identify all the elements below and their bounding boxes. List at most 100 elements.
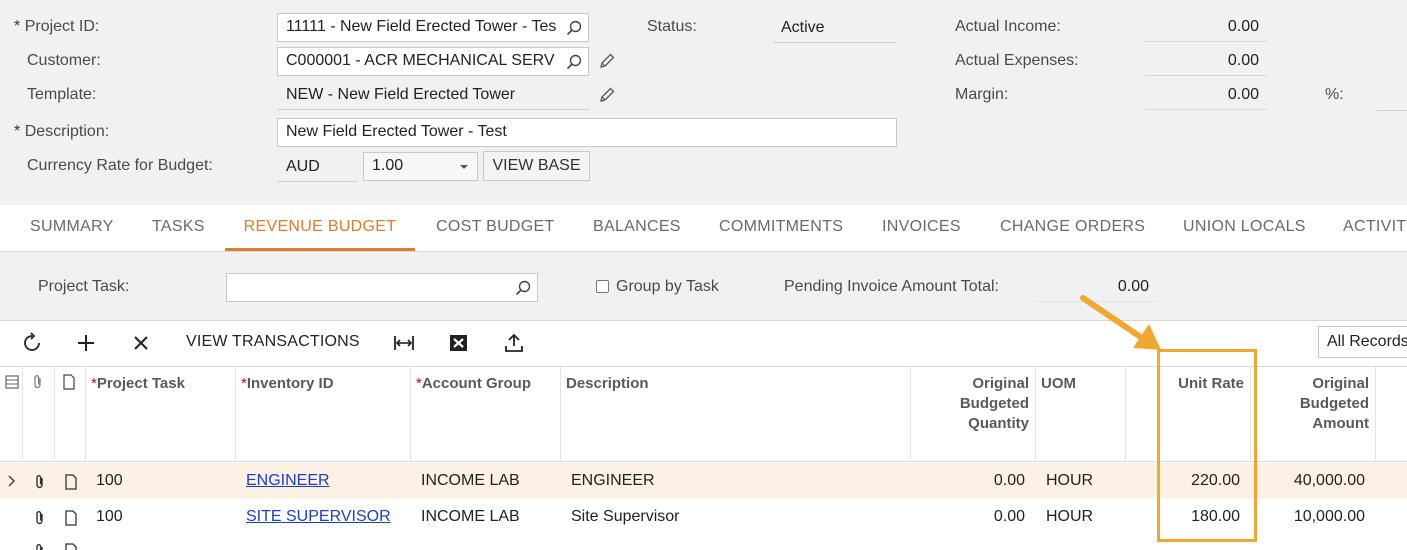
customer-label: Customer: bbox=[27, 52, 101, 69]
column-header-original-budgeted-quantity[interactable]: Original Budgeted Quantity bbox=[910, 374, 1029, 434]
template-field: NEW - New Field Erected Tower bbox=[277, 80, 589, 110]
tab-bar: SUMMARY TASKS REVENUE BUDGET COST BUDGET… bbox=[0, 205, 1407, 252]
note-icon[interactable] bbox=[64, 510, 78, 526]
column-divider bbox=[54, 366, 55, 462]
paperclip-icon[interactable] bbox=[33, 474, 47, 490]
delete-icon[interactable] bbox=[130, 332, 152, 354]
description-value: New Field Erected Tower - Test bbox=[286, 123, 507, 140]
pencil-icon[interactable] bbox=[598, 52, 616, 70]
cell-description[interactable]: Site Supervisor bbox=[571, 499, 680, 535]
pencil-icon[interactable] bbox=[598, 86, 616, 104]
cell-inventory-id-link[interactable]: ENGINEER bbox=[246, 463, 330, 499]
cell-uom[interactable]: HOUR bbox=[1046, 499, 1093, 535]
fit-columns-icon[interactable] bbox=[393, 332, 415, 354]
currency-code-field: AUD bbox=[277, 152, 357, 182]
cell-project-task[interactable]: 100 bbox=[96, 463, 123, 499]
search-icon[interactable] bbox=[566, 54, 582, 70]
column-divider bbox=[235, 366, 236, 462]
column-header-line: Original bbox=[972, 375, 1029, 392]
unit-rate-highlight-box bbox=[1157, 349, 1257, 542]
cell-description[interactable]: ENGINEER bbox=[571, 463, 655, 499]
column-header-line: Original bbox=[1312, 375, 1369, 392]
annotation-arrow-icon bbox=[1080, 295, 1161, 350]
tab-activities[interactable]: ACTIVIT bbox=[1343, 205, 1406, 251]
column-header-uom[interactable]: UOM bbox=[1041, 374, 1076, 394]
cell-uom[interactable]: HOUR bbox=[1046, 463, 1093, 499]
search-icon[interactable] bbox=[566, 20, 582, 36]
search-icon[interactable] bbox=[515, 280, 531, 296]
cell-account-group[interactable]: INCOME LAB bbox=[421, 463, 520, 499]
excel-export-icon[interactable] bbox=[448, 332, 470, 354]
project-task-filter-label: Project Task: bbox=[38, 278, 130, 295]
column-header-line: Budgeted bbox=[1299, 395, 1369, 412]
description-label: * Description: bbox=[14, 123, 109, 141]
currency-rate-label: Currency Rate for Budget: bbox=[27, 157, 213, 174]
note-icon bbox=[63, 374, 75, 390]
refresh-icon[interactable] bbox=[21, 332, 43, 354]
template-value: NEW - New Field Erected Tower bbox=[286, 86, 516, 103]
actual-income-value: 0.00 bbox=[1145, 12, 1267, 42]
column-header-line: Budgeted bbox=[959, 395, 1029, 412]
records-filter-select[interactable]: All Records bbox=[1318, 326, 1407, 358]
project-id-input[interactable]: 11111 - New Field Erected Tower - Test bbox=[277, 13, 589, 42]
status-label: Status: bbox=[647, 18, 697, 35]
column-header-line: Quantity bbox=[968, 415, 1029, 432]
column-header-project-task[interactable]: *Project Task bbox=[91, 374, 185, 394]
view-base-button[interactable]: VIEW BASE bbox=[483, 151, 590, 181]
cell-project-task[interactable]: 100 bbox=[96, 499, 123, 535]
description-input[interactable]: New Field Erected Tower - Test bbox=[277, 118, 897, 147]
column-divider bbox=[560, 366, 561, 462]
cell-account-group[interactable]: INCOME LAB bbox=[421, 499, 520, 535]
column-header-project-task-label: Project Task bbox=[96, 375, 185, 392]
currency-rate-select[interactable]: 1.00 bbox=[363, 152, 478, 181]
column-header-original-budgeted-amount[interactable]: Original Budgeted Amount bbox=[1250, 374, 1369, 434]
actual-expenses-value: 0.00 bbox=[1145, 46, 1267, 76]
currency-code-value: AUD bbox=[286, 158, 320, 175]
tab-summary[interactable]: SUMMARY bbox=[30, 205, 114, 251]
status-field: Active bbox=[773, 13, 896, 43]
margin-label: Margin: bbox=[955, 86, 1009, 103]
tab-revenue-budget[interactable]: REVENUE BUDGET bbox=[225, 205, 415, 251]
tab-cost-budget[interactable]: COST BUDGET bbox=[436, 205, 555, 251]
project-id-label: * Project ID: bbox=[14, 18, 99, 36]
view-transactions-button[interactable]: VIEW TRANSACTIONS bbox=[186, 333, 360, 351]
tab-balances[interactable]: BALANCES bbox=[593, 205, 681, 251]
paperclip-icon bbox=[34, 375, 41, 389]
tab-commitments[interactable]: COMMITMENTS bbox=[719, 205, 843, 251]
cell-original-budgeted-amount[interactable]: 10,000.00 bbox=[1250, 499, 1365, 535]
add-icon[interactable] bbox=[75, 332, 97, 354]
column-divider bbox=[22, 366, 23, 462]
paperclip-icon[interactable] bbox=[33, 543, 47, 550]
group-by-task-checkbox[interactable] bbox=[596, 280, 609, 293]
column-header-account-group[interactable]: *Account Group bbox=[416, 374, 531, 394]
tab-invoices[interactable]: INVOICES bbox=[882, 205, 961, 251]
column-header-description[interactable]: Description bbox=[566, 374, 649, 394]
row-expand-icon[interactable] bbox=[7, 475, 17, 487]
customer-value: C000001 - ACR MECHANICAL SERVICES bbox=[286, 52, 556, 69]
tab-tasks[interactable]: TASKS bbox=[152, 205, 205, 251]
project-id-value: 11111 - New Field Erected Tower - Test bbox=[286, 18, 556, 35]
row-selector-icon[interactable] bbox=[5, 375, 19, 389]
upload-icon[interactable] bbox=[503, 332, 525, 354]
note-icon[interactable] bbox=[64, 543, 78, 550]
cell-inventory-id-link[interactable]: SITE SUPERVISOR bbox=[246, 499, 391, 535]
project-header: * Project ID: Customer: Template: * Desc… bbox=[0, 0, 1407, 205]
project-id-label-text: Project ID: bbox=[24, 18, 100, 35]
cell-original-budgeted-quantity[interactable]: 0.00 bbox=[910, 499, 1025, 535]
customer-input[interactable]: C000001 - ACR MECHANICAL SERVICES bbox=[277, 47, 589, 76]
note-icon[interactable] bbox=[64, 474, 78, 490]
tab-union-locals[interactable]: UNION LOCALS bbox=[1183, 205, 1306, 251]
tab-change-orders[interactable]: CHANGE ORDERS bbox=[1000, 205, 1145, 251]
project-task-filter-input[interactable] bbox=[226, 273, 538, 302]
paperclip-icon[interactable] bbox=[33, 510, 47, 526]
column-header-line: Amount bbox=[1312, 415, 1369, 432]
column-divider bbox=[1375, 366, 1376, 462]
cell-original-budgeted-amount[interactable]: 40,000.00 bbox=[1250, 463, 1365, 499]
template-label: Template: bbox=[27, 86, 97, 103]
cell-original-budgeted-quantity[interactable]: 0.00 bbox=[910, 463, 1025, 499]
margin-percent-label: %: bbox=[1325, 86, 1344, 103]
column-divider bbox=[410, 366, 411, 462]
required-marker: * bbox=[14, 18, 21, 35]
margin-percent-field bbox=[1377, 80, 1407, 111]
column-header-inventory-id[interactable]: *Inventory ID bbox=[241, 374, 334, 394]
